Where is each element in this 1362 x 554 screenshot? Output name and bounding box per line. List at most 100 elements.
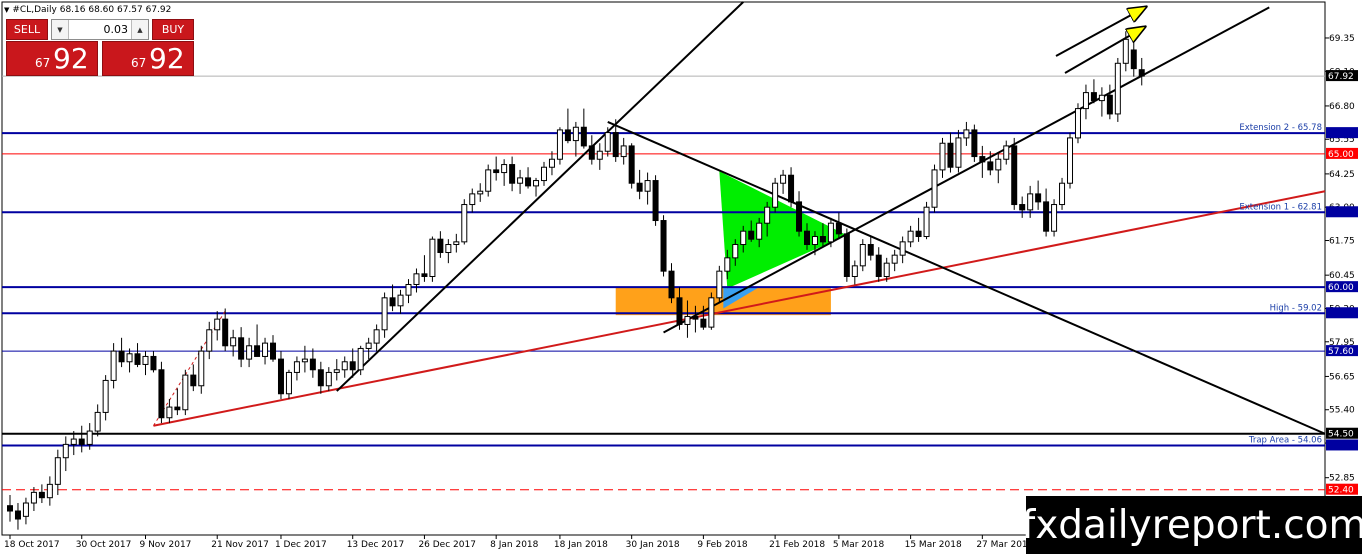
- candle-body: [891, 254, 898, 264]
- candle-body: [668, 270, 675, 299]
- y-tick-label: 66.80: [1329, 102, 1355, 112]
- candle-body: [277, 358, 284, 395]
- candle-body: [254, 345, 261, 357]
- candle-body: [533, 180, 540, 187]
- x-tick-label: 8 Jan 2018: [490, 540, 538, 550]
- candle-body: [883, 262, 890, 277]
- candle-body: [796, 201, 803, 232]
- candle-body: [1106, 94, 1113, 115]
- candle-body: [22, 502, 29, 517]
- candle-body: [509, 164, 516, 184]
- candle-body: [1059, 182, 1066, 206]
- candle-body: [700, 318, 707, 328]
- candle-body: [150, 355, 157, 371]
- candle-body: [230, 337, 237, 347]
- x-tick-label: 18 Jan 2018: [554, 540, 608, 550]
- candle-body: [397, 294, 404, 307]
- candle-body: [708, 297, 715, 328]
- sell-price-button[interactable]: 67 92: [6, 41, 98, 76]
- candle-body: [660, 220, 667, 272]
- candle-body: [293, 361, 300, 373]
- level-price-tag-label: 65.00: [1328, 150, 1354, 160]
- candle-body: [134, 353, 141, 365]
- x-tick-label: 9 Feb 2018: [697, 540, 748, 550]
- level-price-tag: [1326, 307, 1358, 319]
- candle-body: [947, 142, 954, 168]
- level-price-tag: [1326, 127, 1358, 139]
- candle-body: [1098, 94, 1105, 102]
- current-price-tag-label: 67.92: [1328, 72, 1354, 82]
- candle-body: [485, 169, 492, 192]
- candle-body: [1114, 62, 1121, 115]
- level-label: High - 59.02: [1270, 303, 1322, 313]
- candle-body: [182, 374, 189, 411]
- candle-body: [867, 244, 874, 256]
- candle-body: [804, 230, 810, 246]
- decrease-lot-icon[interactable]: ▼: [52, 20, 69, 39]
- x-tick-label: 18 Oct 2017: [4, 540, 60, 550]
- candle-body: [1035, 193, 1042, 203]
- candle-body: [692, 315, 699, 320]
- candle-body: [1011, 145, 1018, 206]
- candle-body: [1043, 201, 1050, 232]
- buy-price-button[interactable]: 67 92: [102, 41, 194, 76]
- x-tick-label: 21 Nov 2017: [211, 540, 269, 550]
- price-chart[interactable]: 52.8554.1555.4056.6557.9559.2060.4561.75…: [0, 0, 1362, 554]
- candle-body: [788, 174, 795, 203]
- candle-body: [1122, 38, 1129, 64]
- candle-body: [588, 145, 595, 160]
- candle-body: [270, 342, 277, 360]
- candle-body: [963, 129, 970, 139]
- candle-body: [620, 145, 627, 158]
- candle-body: [995, 158, 1002, 171]
- x-tick-label: 26 Dec 2017: [418, 540, 476, 550]
- candle-body: [158, 369, 165, 419]
- candle-body: [540, 166, 547, 182]
- candle-body: [572, 126, 579, 142]
- candle-body: [413, 273, 420, 285]
- candle-body: [819, 236, 826, 243]
- candle-body: [110, 350, 117, 381]
- candle-body: [859, 244, 866, 267]
- candle-body: [78, 438, 85, 445]
- candle-body: [246, 345, 253, 360]
- candle-body: [827, 222, 834, 243]
- level-label: Extension 1 - 62.81: [1239, 202, 1322, 212]
- candle-body: [811, 236, 818, 246]
- candle-body: [875, 254, 882, 277]
- candle-body: [899, 241, 906, 256]
- lot-size-value[interactable]: 0.03: [104, 23, 129, 36]
- x-tick-label: 30 Oct 2017: [76, 540, 132, 550]
- lot-size-stepper[interactable]: ▼ 0.03 ▲: [51, 19, 149, 40]
- candle-body: [301, 358, 308, 363]
- buy-button[interactable]: BUY: [152, 19, 194, 40]
- candle-body: [931, 169, 938, 208]
- candle-body: [724, 257, 731, 272]
- candle-body: [1003, 145, 1010, 160]
- x-tick-label: 21 Feb 2018: [769, 540, 825, 550]
- candle-body: [317, 369, 324, 387]
- y-tick-label: 69.35: [1329, 34, 1355, 44]
- candle-body: [341, 361, 348, 371]
- candle-body: [748, 230, 755, 240]
- candle-body: [333, 369, 340, 373]
- candle-body: [222, 318, 229, 347]
- candle-body: [612, 132, 619, 158]
- candle-body: [94, 411, 101, 432]
- candle-body: [652, 180, 659, 222]
- candle-body: [86, 430, 93, 445]
- y-tick-label: 61.75: [1329, 237, 1355, 247]
- candle-body: [548, 158, 555, 168]
- sell-price-big: 92: [53, 42, 89, 75]
- increase-lot-icon[interactable]: ▲: [131, 20, 148, 39]
- candle-body: [636, 182, 643, 192]
- candle-body: [453, 241, 460, 246]
- level-price-tag-label: 60.00: [1328, 283, 1354, 293]
- candle-body: [38, 491, 45, 499]
- candle-body: [915, 230, 922, 238]
- candle-body: [596, 150, 603, 160]
- level-price-tag-label: 57.60: [1328, 347, 1354, 357]
- candle-body: [556, 129, 563, 160]
- x-tick-label: 1 Dec 2017: [275, 540, 327, 550]
- sell-button[interactable]: SELL: [6, 19, 48, 40]
